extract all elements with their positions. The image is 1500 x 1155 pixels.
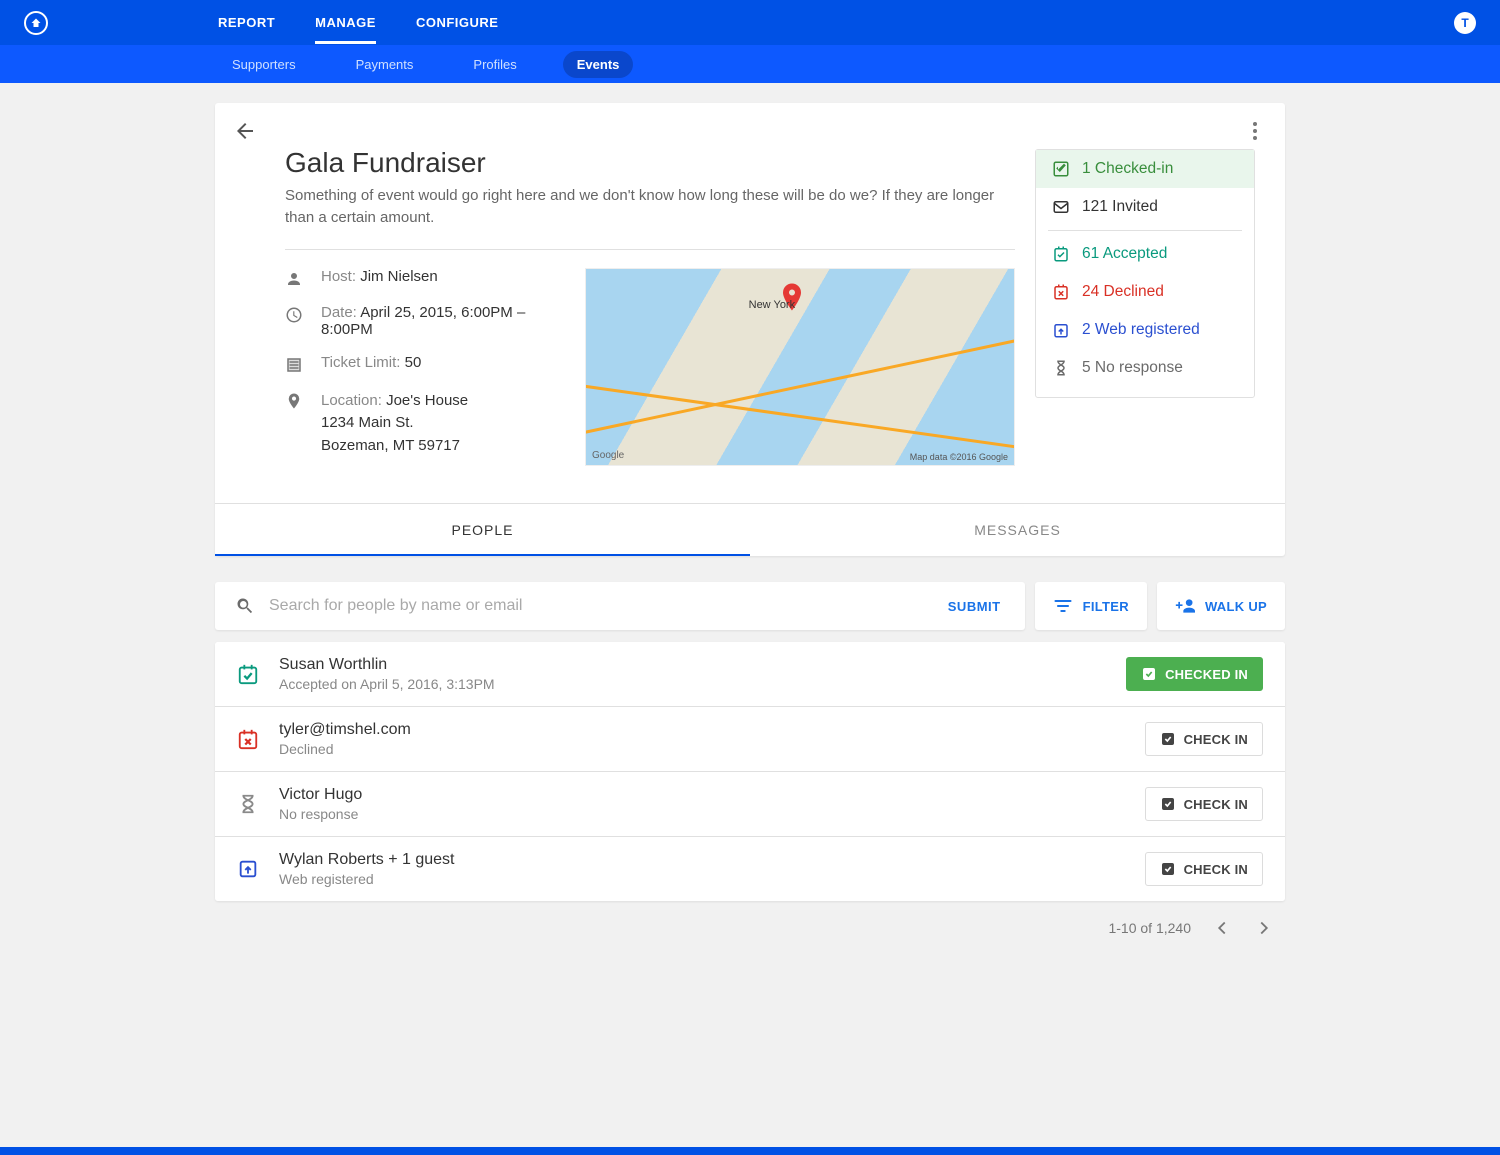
- subnav-payments[interactable]: Payments: [342, 51, 428, 78]
- stat-no-response[interactable]: 5 No response: [1036, 349, 1254, 387]
- location-city: Bozeman, MT 59717: [321, 435, 468, 458]
- stat-accepted[interactable]: 61 Accepted: [1036, 235, 1254, 273]
- ticket-limit-label: Ticket Limit:: [321, 354, 400, 371]
- event-title: Gala Fundraiser: [285, 147, 1015, 179]
- walk-up-label: WALK UP: [1205, 599, 1267, 614]
- person-icon: [285, 270, 303, 288]
- person-status: Declined: [279, 741, 1145, 757]
- footer-bar: [0, 1147, 1500, 1155]
- event-map[interactable]: New York Google Map data ©2016 Google: [585, 268, 1015, 466]
- hourglass-icon: [237, 793, 259, 815]
- person-status: No response: [279, 806, 1145, 822]
- calendar-check-icon: [237, 663, 259, 685]
- filter-bar: SUBMIT FILTER WALK UP: [215, 582, 1285, 630]
- location-name: Joe's House: [386, 392, 468, 409]
- user-avatar[interactable]: T: [1454, 12, 1476, 34]
- tab-messages[interactable]: MESSAGES: [750, 504, 1285, 556]
- clock-icon: [285, 306, 303, 324]
- event-details: Host: Jim Nielsen Date: April 25, 2015, …: [285, 268, 555, 474]
- stat-no-response-label: 5 No response: [1082, 359, 1183, 377]
- stat-invited-label: 121 Invited: [1082, 198, 1158, 216]
- host-value: Jim Nielsen: [360, 268, 438, 285]
- check-in-button[interactable]: CHECK IN: [1145, 722, 1263, 756]
- event-tabs: PEOPLE MESSAGES: [215, 503, 1285, 556]
- subnav-events[interactable]: Events: [563, 51, 634, 78]
- check-box-icon: [1160, 861, 1176, 877]
- person-add-icon: [1175, 596, 1195, 616]
- submit-button[interactable]: SUBMIT: [944, 599, 1005, 614]
- date-label: Date:: [321, 304, 357, 321]
- person-row[interactable]: tyler@timshel.com Declined CHECK IN: [215, 706, 1285, 771]
- check-in-button[interactable]: CHECK IN: [1145, 852, 1263, 886]
- pagination: 1-10 of 1,240: [215, 901, 1285, 955]
- person-status: Accepted on April 5, 2016, 3:13PM: [279, 676, 1126, 692]
- map-attribution: Map data ©2016 Google: [910, 452, 1008, 462]
- divider: [285, 249, 1015, 250]
- brand-icon[interactable]: [24, 11, 48, 35]
- person-name: Susan Worthlin: [279, 656, 1126, 674]
- search-box: SUBMIT: [215, 582, 1025, 630]
- check-box-icon: [1141, 666, 1157, 682]
- stat-accepted-label: 61 Accepted: [1082, 245, 1167, 263]
- tab-people[interactable]: PEOPLE: [215, 504, 750, 556]
- people-list: Susan Worthlin Accepted on April 5, 2016…: [215, 642, 1285, 901]
- ticket-icon: [285, 356, 303, 374]
- check-in-button[interactable]: CHECK IN: [1145, 787, 1263, 821]
- stat-declined-label: 24 Declined: [1082, 283, 1164, 301]
- sub-nav: Supporters Payments Profiles Events: [0, 45, 1500, 83]
- search-input[interactable]: [267, 596, 944, 616]
- calendar-x-icon: [237, 728, 259, 750]
- nav-manage[interactable]: MANAGE: [315, 1, 376, 44]
- host-label: Host:: [321, 268, 356, 285]
- top-bar: REPORT MANAGE CONFIGURE T: [0, 0, 1500, 45]
- person-name: tyler@timshel.com: [279, 721, 1145, 739]
- person-name: Wylan Roberts + 1 guest: [279, 851, 1145, 869]
- check-box-icon: [1160, 731, 1176, 747]
- more-menu-button[interactable]: [1243, 119, 1267, 143]
- person-row[interactable]: Wylan Roberts + 1 guest Web registered C…: [215, 836, 1285, 901]
- subnav-profiles[interactable]: Profiles: [459, 51, 530, 78]
- map-city-label: New York: [749, 299, 795, 311]
- stat-declined[interactable]: 24 Declined: [1036, 273, 1254, 311]
- map-brand: Google: [592, 450, 624, 461]
- filter-icon: [1053, 596, 1073, 616]
- button-label: CHECK IN: [1184, 732, 1248, 747]
- check-box-icon: [1160, 796, 1176, 812]
- search-icon: [235, 596, 255, 616]
- stat-web-registered-label: 2 Web registered: [1082, 321, 1200, 339]
- stat-web-registered[interactable]: 2 Web registered: [1036, 311, 1254, 349]
- event-card: Gala Fundraiser Something of event would…: [215, 103, 1285, 556]
- person-status: Web registered: [279, 871, 1145, 887]
- location-street: 1234 Main St.: [321, 412, 468, 435]
- button-label: CHECKED IN: [1165, 667, 1248, 682]
- stat-invited[interactable]: 121 Invited: [1036, 188, 1254, 226]
- next-page-button[interactable]: [1253, 917, 1275, 939]
- filter-button[interactable]: FILTER: [1035, 582, 1147, 630]
- back-button[interactable]: [233, 119, 257, 143]
- stat-checked-in[interactable]: 1 Checked-in: [1036, 150, 1254, 188]
- person-row[interactable]: Victor Hugo No response CHECK IN: [215, 771, 1285, 836]
- button-label: CHECK IN: [1184, 862, 1248, 877]
- event-description: Something of event would go right here a…: [285, 185, 1005, 229]
- person-name: Victor Hugo: [279, 786, 1145, 804]
- person-row[interactable]: Susan Worthlin Accepted on April 5, 2016…: [215, 642, 1285, 706]
- button-label: CHECK IN: [1184, 797, 1248, 812]
- web-register-icon: [237, 858, 259, 880]
- checked-in-button[interactable]: CHECKED IN: [1126, 657, 1263, 691]
- page-range: 1-10 of 1,240: [1108, 920, 1191, 936]
- nav-configure[interactable]: CONFIGURE: [416, 1, 499, 44]
- stat-checked-in-label: 1 Checked-in: [1082, 160, 1173, 178]
- stats-divider: [1048, 230, 1242, 231]
- ticket-limit-value: 50: [405, 354, 422, 371]
- attendance-stats: 1 Checked-in 121 Invited 61 Accepted 24 …: [1035, 149, 1255, 398]
- location-label: Location:: [321, 392, 382, 409]
- location-icon: [285, 392, 303, 410]
- filter-label: FILTER: [1083, 599, 1129, 614]
- nav-report[interactable]: REPORT: [218, 1, 275, 44]
- prev-page-button[interactable]: [1211, 917, 1233, 939]
- walk-up-button[interactable]: WALK UP: [1157, 582, 1285, 630]
- subnav-supporters[interactable]: Supporters: [218, 51, 310, 78]
